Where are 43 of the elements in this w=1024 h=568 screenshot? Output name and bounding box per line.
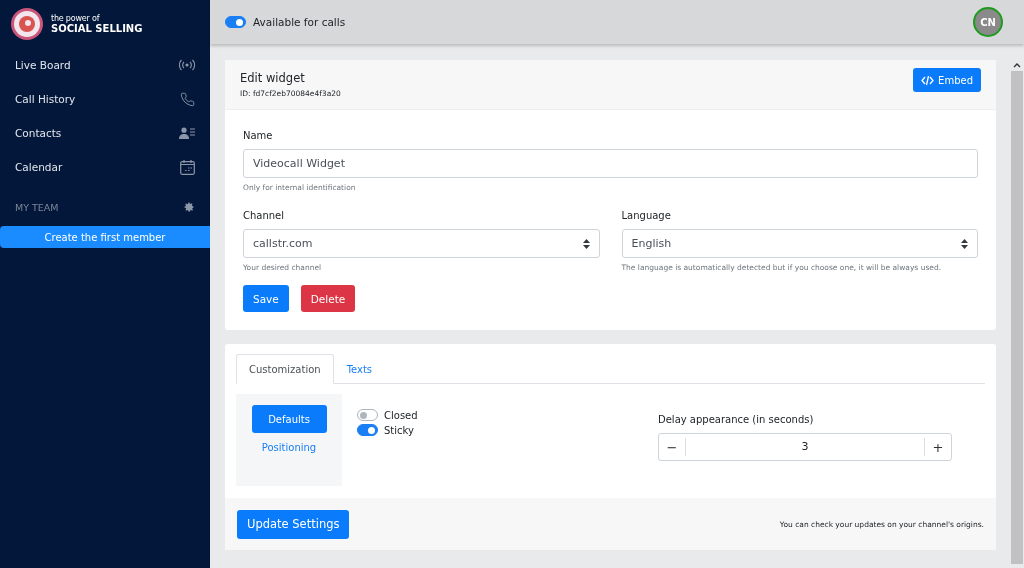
nav-item[interactable]: Live Board bbox=[0, 48, 210, 82]
contacts-icon bbox=[179, 127, 195, 139]
name-field[interactable]: Videocall Widget bbox=[243, 149, 978, 178]
field-label: Language bbox=[621, 210, 672, 221]
nav-item[interactable]: Calendar bbox=[0, 150, 210, 184]
logo-icon bbox=[10, 7, 44, 41]
card-title: Edit widget bbox=[240, 71, 306, 85]
availability-toggle[interactable] bbox=[225, 16, 246, 28]
code-icon bbox=[921, 74, 935, 86]
section-heading: MY TEAM bbox=[15, 201, 59, 213]
field-label: Delay appearance (in seconds) bbox=[658, 414, 815, 425]
language-select[interactable]: English bbox=[621, 229, 978, 258]
availability-label: Available for calls bbox=[253, 16, 346, 28]
tab[interactable]: Texts bbox=[333, 354, 386, 384]
broadcast-icon bbox=[179, 59, 195, 71]
sort-icon bbox=[961, 238, 968, 249]
decrement-button[interactable]: − bbox=[659, 434, 685, 460]
embed-button[interactable]: Embed bbox=[913, 68, 981, 92]
brand-name: SOCIAL SELLING bbox=[51, 23, 143, 34]
delay-value: 3 bbox=[685, 438, 925, 456]
settings-icon[interactable] bbox=[183, 201, 195, 213]
nav-item[interactable]: Call History bbox=[0, 82, 210, 116]
brand-tagline: the power of bbox=[51, 14, 101, 23]
update-settings-button[interactable]: Update Settings bbox=[237, 509, 350, 539]
phone-icon bbox=[180, 91, 195, 107]
field-label: Channel bbox=[243, 210, 286, 221]
toggle-label: Closed bbox=[384, 409, 418, 421]
save-button[interactable]: Save bbox=[243, 285, 289, 312]
sort-icon bbox=[582, 238, 590, 249]
increment-button[interactable]: + bbox=[925, 434, 951, 460]
tab[interactable]: Customization bbox=[236, 354, 334, 384]
calendar-icon bbox=[180, 159, 195, 175]
field-label: Name bbox=[243, 130, 274, 141]
toggle-label: Sticky bbox=[384, 424, 414, 436]
pill-tab[interactable]: Positioning bbox=[251, 433, 327, 461]
scroll-up-icon[interactable] bbox=[1013, 62, 1021, 68]
channel-select[interactable]: callstr.com bbox=[243, 229, 600, 258]
nav-item[interactable]: Contacts bbox=[0, 116, 210, 150]
pill-tab[interactable]: Defaults bbox=[251, 405, 327, 433]
delay-stepper[interactable]: − 3 + bbox=[658, 433, 952, 461]
delete-button[interactable]: Delete bbox=[300, 285, 356, 312]
toggle-switch[interactable] bbox=[357, 409, 378, 421]
toggle-switch[interactable] bbox=[357, 424, 378, 436]
